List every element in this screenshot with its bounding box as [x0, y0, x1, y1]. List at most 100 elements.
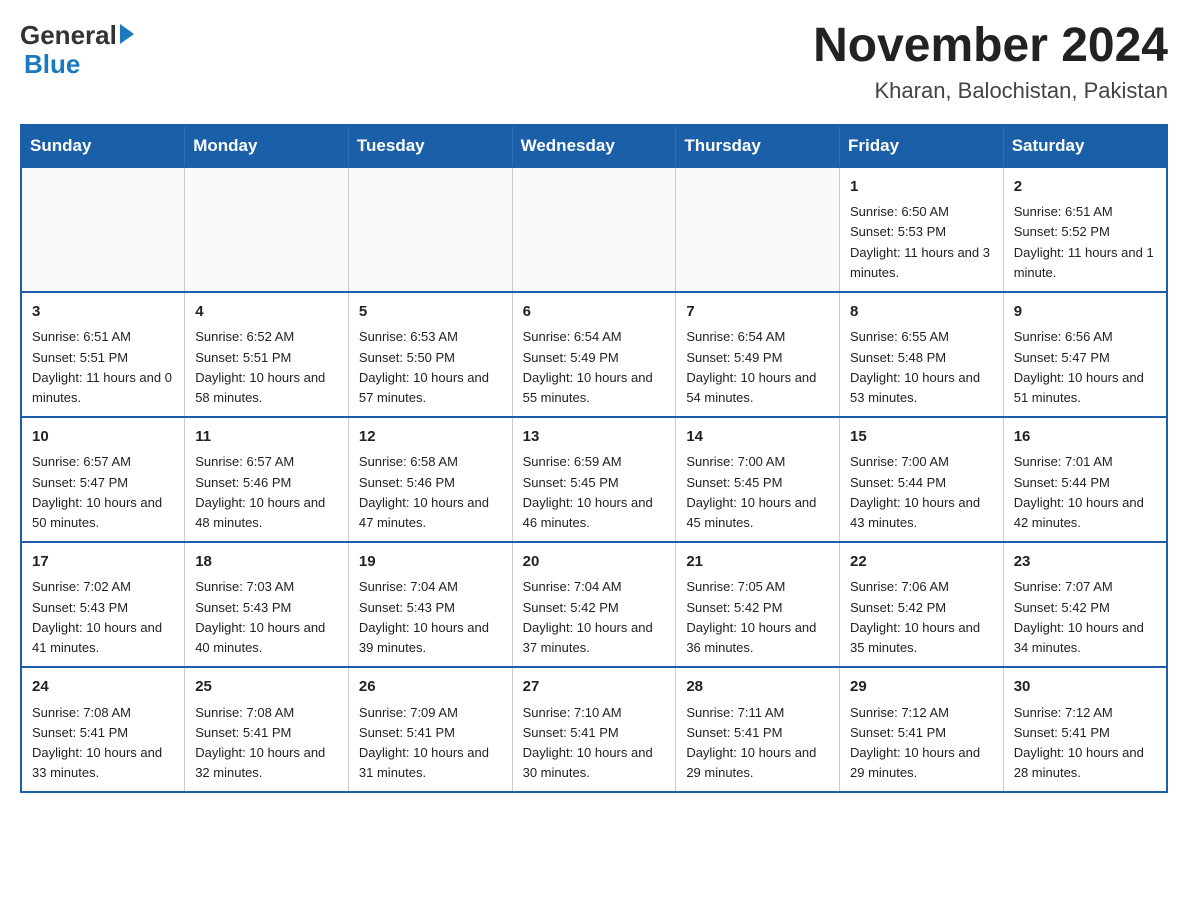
day-number: 15: [850, 426, 993, 449]
calendar-cell: 9 Sunrise: 6:56 AM Sunset: 5:47 PM Daylig…: [1003, 292, 1167, 417]
day-number: 14: [686, 426, 829, 449]
day-number: 21: [686, 551, 829, 574]
day-info: Sunrise: 7:01 AM Sunset: 5:44 PM Dayligh…: [1014, 454, 1144, 529]
calendar-cell: 13 Sunrise: 6:59 AM Sunset: 5:45 PM Dayli…: [512, 417, 676, 542]
day-of-week-monday: Monday: [185, 125, 349, 167]
day-number: 12: [359, 426, 502, 449]
calendar-cell: 18Sunrise: 7:03 AM Sunset: 5:43 PM Dayli…: [185, 542, 349, 667]
day-number: 2: [1014, 176, 1156, 199]
day-number: 8: [850, 301, 993, 324]
calendar-cell: 25Sunrise: 7:08 AM Sunset: 5:41 PM Dayli…: [185, 667, 349, 792]
calendar-cell: 6 Sunrise: 6:54 AM Sunset: 5:49 PM Daylig…: [512, 292, 676, 417]
calendar-cell: 24 Sunrise: 7:08 AM Sunset: 5:41 PM Dayli…: [21, 667, 185, 792]
calendar-cell: 1Sunrise: 6:50 AM Sunset: 5:53 PM Daylig…: [840, 167, 1004, 292]
day-of-week-saturday: Saturday: [1003, 125, 1167, 167]
day-info: Sunrise: 6:51 AM Sunset: 5:52 PM Dayligh…: [1014, 204, 1154, 279]
calendar-cell: [512, 167, 676, 292]
day-info: Sunrise: 6:50 AM Sunset: 5:53 PM Dayligh…: [850, 204, 990, 279]
calendar-cell: 4 Sunrise: 6:52 AM Sunset: 5:51 PM Daylig…: [185, 292, 349, 417]
day-of-week-wednesday: Wednesday: [512, 125, 676, 167]
day-number: 28: [686, 676, 829, 699]
day-info: Sunrise: 6:52 AM Sunset: 5:51 PM Dayligh…: [195, 329, 325, 404]
calendar-cell: [185, 167, 349, 292]
day-number: 27: [523, 676, 666, 699]
week-row-1: 1Sunrise: 6:50 AM Sunset: 5:53 PM Daylig…: [21, 167, 1167, 292]
calendar-cell: 17 Sunrise: 7:02 AM Sunset: 5:43 PM Dayli…: [21, 542, 185, 667]
day-info: Sunrise: 7:06 AM Sunset: 5:42 PM Dayligh…: [850, 579, 980, 654]
day-number: 24: [32, 676, 174, 699]
day-info: Sunrise: 7:12 AM Sunset: 5:41 PM Dayligh…: [850, 705, 980, 780]
day-of-week-thursday: Thursday: [676, 125, 840, 167]
day-of-week-tuesday: Tuesday: [348, 125, 512, 167]
calendar-header-row: SundayMondayTuesdayWednesdayThursdayFrid…: [21, 125, 1167, 167]
main-title: November 2024: [813, 20, 1168, 73]
day-info: Sunrise: 6:55 AM Sunset: 5:48 PM Dayligh…: [850, 329, 980, 404]
day-info: Sunrise: 7:05 AM Sunset: 5:42 PM Dayligh…: [686, 579, 816, 654]
calendar-cell: 7 Sunrise: 6:54 AM Sunset: 5:49 PM Daylig…: [676, 292, 840, 417]
day-info: Sunrise: 7:08 AM Sunset: 5:41 PM Dayligh…: [32, 705, 162, 780]
day-info: Sunrise: 7:04 AM Sunset: 5:42 PM Dayligh…: [523, 579, 653, 654]
day-number: 16: [1014, 426, 1156, 449]
day-info: Sunrise: 7:04 AM Sunset: 5:43 PM Dayligh…: [359, 579, 489, 654]
day-number: 25: [195, 676, 338, 699]
logo-arrow-icon: [120, 24, 134, 44]
calendar-cell: 16 Sunrise: 7:01 AM Sunset: 5:44 PM Dayli…: [1003, 417, 1167, 542]
day-number: 17: [32, 551, 174, 574]
calendar-cell: [348, 167, 512, 292]
day-info: Sunrise: 7:02 AM Sunset: 5:43 PM Dayligh…: [32, 579, 162, 654]
day-number: 30: [1014, 676, 1156, 699]
day-number: 23: [1014, 551, 1156, 574]
calendar-table: SundayMondayTuesdayWednesdayThursdayFrid…: [20, 124, 1168, 793]
calendar-cell: 30Sunrise: 7:12 AM Sunset: 5:41 PM Dayli…: [1003, 667, 1167, 792]
day-number: 7: [686, 301, 829, 324]
day-info: Sunrise: 7:10 AM Sunset: 5:41 PM Dayligh…: [523, 705, 653, 780]
logo-blue-text: Blue: [24, 49, 80, 80]
day-number: 9: [1014, 301, 1156, 324]
week-row-4: 17 Sunrise: 7:02 AM Sunset: 5:43 PM Dayli…: [21, 542, 1167, 667]
calendar-cell: 8 Sunrise: 6:55 AM Sunset: 5:48 PM Daylig…: [840, 292, 1004, 417]
calendar-cell: 21 Sunrise: 7:05 AM Sunset: 5:42 PM Dayli…: [676, 542, 840, 667]
day-number: 4: [195, 301, 338, 324]
day-number: 10: [32, 426, 174, 449]
day-info: Sunrise: 7:11 AM Sunset: 5:41 PM Dayligh…: [686, 705, 816, 780]
calendar-cell: 11Sunrise: 6:57 AM Sunset: 5:46 PM Dayli…: [185, 417, 349, 542]
day-number: 20: [523, 551, 666, 574]
day-number: 13: [523, 426, 666, 449]
calendar-cell: 15 Sunrise: 7:00 AM Sunset: 5:44 PM Dayli…: [840, 417, 1004, 542]
calendar-cell: 14Sunrise: 7:00 AM Sunset: 5:45 PM Dayli…: [676, 417, 840, 542]
title-section: November 2024 Kharan, Balochistan, Pakis…: [813, 20, 1168, 104]
day-info: Sunrise: 6:57 AM Sunset: 5:46 PM Dayligh…: [195, 454, 325, 529]
calendar-cell: [21, 167, 185, 292]
calendar-cell: 29 Sunrise: 7:12 AM Sunset: 5:41 PM Dayli…: [840, 667, 1004, 792]
week-row-3: 10Sunrise: 6:57 AM Sunset: 5:47 PM Dayli…: [21, 417, 1167, 542]
logo-general-text: General: [20, 20, 117, 51]
calendar-cell: 12 Sunrise: 6:58 AM Sunset: 5:46 PM Dayli…: [348, 417, 512, 542]
day-info: Sunrise: 7:07 AM Sunset: 5:42 PM Dayligh…: [1014, 579, 1144, 654]
logo: General Blue: [20, 20, 134, 80]
day-info: Sunrise: 6:53 AM Sunset: 5:50 PM Dayligh…: [359, 329, 489, 404]
calendar-cell: [676, 167, 840, 292]
calendar-cell: 5 Sunrise: 6:53 AM Sunset: 5:50 PM Daylig…: [348, 292, 512, 417]
day-number: 29: [850, 676, 993, 699]
calendar-cell: 2 Sunrise: 6:51 AM Sunset: 5:52 PM Daylig…: [1003, 167, 1167, 292]
day-number: 3: [32, 301, 174, 324]
day-of-week-friday: Friday: [840, 125, 1004, 167]
day-info: Sunrise: 6:58 AM Sunset: 5:46 PM Dayligh…: [359, 454, 489, 529]
day-info: Sunrise: 6:54 AM Sunset: 5:49 PM Dayligh…: [686, 329, 816, 404]
day-number: 6: [523, 301, 666, 324]
calendar-cell: 28 Sunrise: 7:11 AM Sunset: 5:41 PM Dayli…: [676, 667, 840, 792]
calendar-cell: 10Sunrise: 6:57 AM Sunset: 5:47 PM Dayli…: [21, 417, 185, 542]
day-info: Sunrise: 6:54 AM Sunset: 5:49 PM Dayligh…: [523, 329, 653, 404]
day-info: Sunrise: 6:59 AM Sunset: 5:45 PM Dayligh…: [523, 454, 653, 529]
day-number: 26: [359, 676, 502, 699]
calendar-cell: 26 Sunrise: 7:09 AM Sunset: 5:41 PM Dayli…: [348, 667, 512, 792]
day-number: 5: [359, 301, 502, 324]
day-info: Sunrise: 7:09 AM Sunset: 5:41 PM Dayligh…: [359, 705, 489, 780]
calendar-cell: 20 Sunrise: 7:04 AM Sunset: 5:42 PM Dayli…: [512, 542, 676, 667]
day-number: 19: [359, 551, 502, 574]
calendar-cell: 3Sunrise: 6:51 AM Sunset: 5:51 PM Daylig…: [21, 292, 185, 417]
day-info: Sunrise: 6:56 AM Sunset: 5:47 PM Dayligh…: [1014, 329, 1144, 404]
calendar-cell: 19 Sunrise: 7:04 AM Sunset: 5:43 PM Dayli…: [348, 542, 512, 667]
calendar-cell: 27 Sunrise: 7:10 AM Sunset: 5:41 PM Dayli…: [512, 667, 676, 792]
day-info: Sunrise: 7:00 AM Sunset: 5:44 PM Dayligh…: [850, 454, 980, 529]
